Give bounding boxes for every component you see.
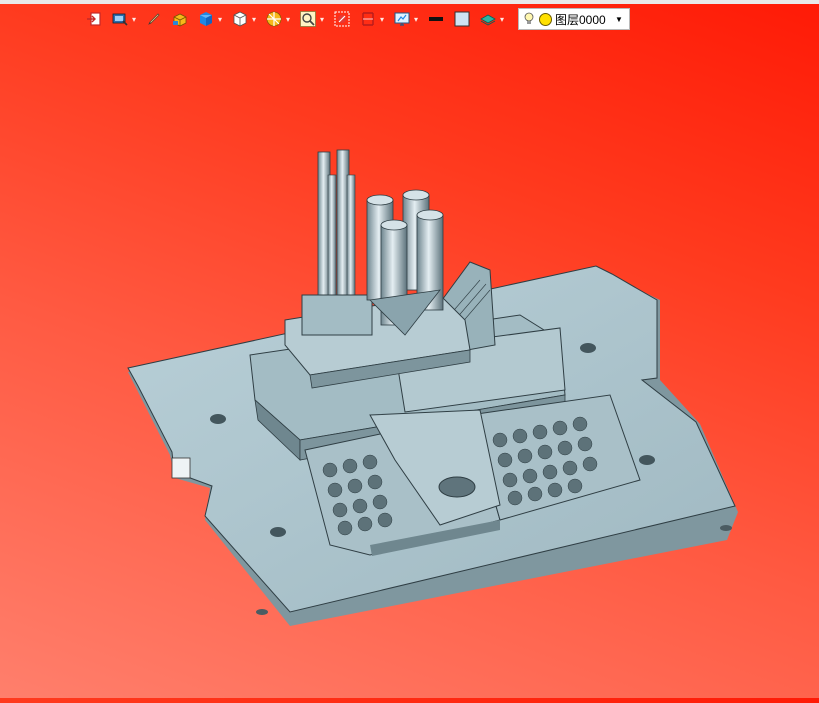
zoom-fit-dropdown-icon[interactable]: ▾: [318, 9, 326, 29]
graphics-viewport[interactable]: [0, 36, 819, 698]
zoom-fit-group: ▾: [296, 8, 328, 30]
view-cube-group: ▾: [228, 8, 260, 30]
shaded-cube-group: ▾: [194, 8, 226, 30]
render-mode-group: [168, 8, 192, 30]
zoom-area-group: [330, 8, 354, 30]
lightbulb-icon[interactable]: [523, 12, 537, 26]
view-cube-dropdown-icon[interactable]: ▾: [250, 9, 258, 29]
shaded-cube-dropdown-icon[interactable]: ▾: [216, 9, 224, 29]
section-view-icon[interactable]: [264, 9, 284, 29]
view-cube-icon[interactable]: [230, 9, 250, 29]
layer-dropdown-icon[interactable]: ▼: [613, 15, 625, 24]
layer-name: 图层0000: [555, 12, 606, 27]
monitor-display-group: ▾: [390, 8, 422, 30]
layer-stack-icon[interactable]: [478, 9, 498, 29]
layer-stack-group: ▾: [476, 8, 508, 30]
line-style-icon[interactable]: [426, 9, 446, 29]
exit-sketch-group: [82, 8, 106, 30]
pen-icon[interactable]: [144, 9, 164, 29]
monitor-display-dropdown-icon[interactable]: ▾: [412, 9, 420, 29]
exit-sketch-icon[interactable]: [84, 9, 104, 29]
clipping-dropdown-icon[interactable]: ▾: [378, 9, 386, 29]
window-top-edge: [0, 0, 819, 4]
fixture-assembly-3d-model: [127, 149, 738, 626]
display-mode-dropdown-icon[interactable]: ▾: [130, 9, 138, 29]
heads-up-toolbar: ▾ ▾ ▾ ▾ ▾ ▾ ▾ ▾ 图层0000 ▼: [82, 7, 630, 31]
section-view-group: ▾: [262, 8, 294, 30]
clipping-icon[interactable]: [358, 9, 378, 29]
zoom-fit-icon[interactable]: [298, 9, 318, 29]
monitor-display-icon[interactable]: [392, 9, 412, 29]
layer-selector[interactable]: 图层0000 ▼: [518, 8, 630, 30]
zoom-area-icon[interactable]: [332, 9, 352, 29]
clipping-group: ▾: [356, 8, 388, 30]
display-mode-icon[interactable]: [110, 9, 130, 29]
render-mode-icon[interactable]: [170, 9, 190, 29]
color-swatch-group: [450, 8, 474, 30]
layer-color-dot-icon[interactable]: [539, 12, 552, 26]
pen-group: [142, 8, 166, 30]
shaded-cube-icon[interactable]: [196, 9, 216, 29]
line-style-group: [424, 8, 448, 30]
display-mode-group: ▾: [108, 8, 140, 30]
section-view-dropdown-icon[interactable]: ▾: [284, 9, 292, 29]
layer-stack-dropdown-icon[interactable]: ▾: [498, 9, 506, 29]
color-swatch-icon[interactable]: [452, 9, 472, 29]
